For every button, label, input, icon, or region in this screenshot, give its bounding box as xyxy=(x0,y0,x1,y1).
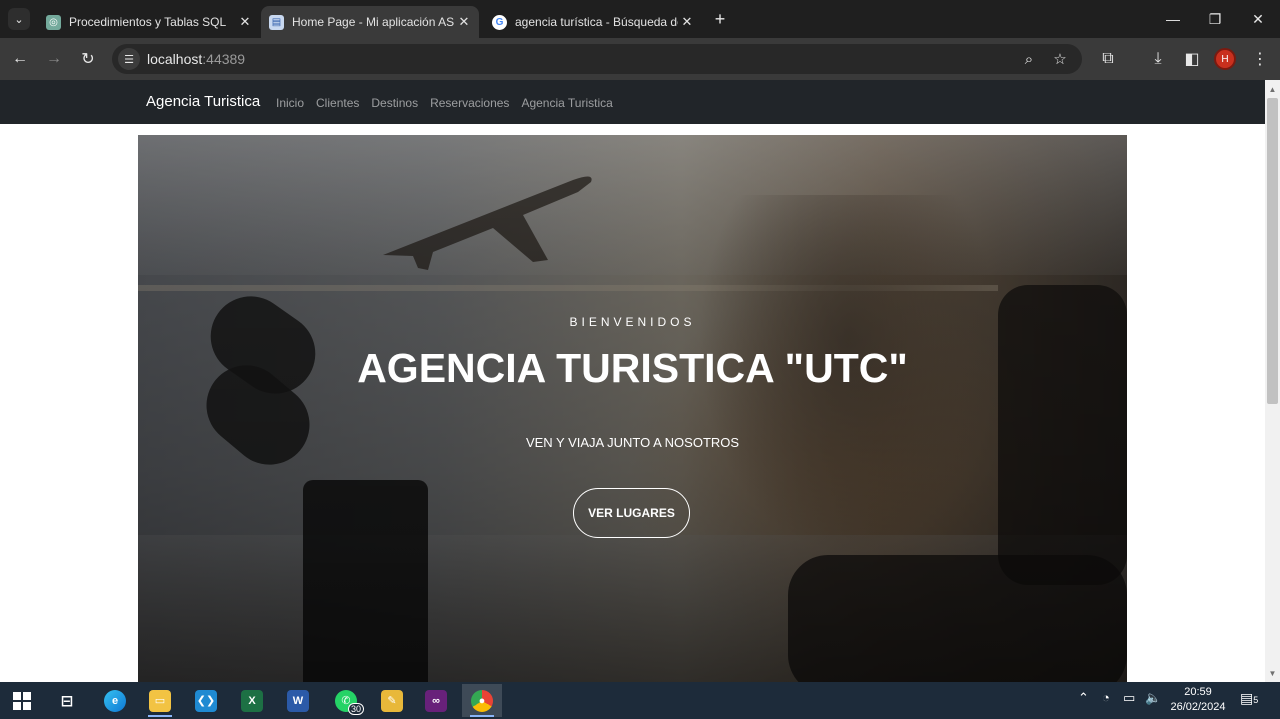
visual-studio-icon[interactable]: ∞ xyxy=(416,684,456,717)
ver-lugares-button[interactable]: VER LUGARES xyxy=(573,488,690,538)
tab-search-icon[interactable]: ⌄ xyxy=(8,8,30,30)
tab-title: Procedimientos y Tablas SQL xyxy=(69,15,227,29)
site-info-icon[interactable]: ☰ xyxy=(118,48,140,70)
windows-start-icon[interactable] xyxy=(2,684,42,717)
vscode-icon[interactable]: ❮❯ xyxy=(186,684,226,717)
close-window-icon[interactable]: ✕ xyxy=(1237,0,1279,38)
close-tab-icon[interactable]: ✕ xyxy=(455,14,473,30)
sticky-app-icon[interactable]: ✎ xyxy=(372,684,412,717)
hero-overlay xyxy=(138,135,1127,682)
browser-toolbar: ← → ↻ ☰ localhost:44389 ⌕ ☆ ⧉ ⤓ ◧ H ⋮ xyxy=(0,38,1280,80)
address-bar[interactable]: ☰ localhost:44389 ⌕ ☆ xyxy=(112,44,1082,74)
tab-home-page[interactable]: ▤ Home Page - Mi aplicación ASP ✕ xyxy=(261,6,479,38)
site-brand[interactable]: Agencia Turistica xyxy=(146,93,260,110)
zoom-icon[interactable]: ⌕ xyxy=(1018,49,1040,69)
page-viewport: Agencia Turistica Inicio Clientes Destin… xyxy=(0,80,1265,682)
nav-link-reservaciones[interactable]: Reservaciones xyxy=(430,96,509,110)
nav-links: Inicio Clientes Destinos Reservaciones A… xyxy=(276,96,613,110)
tab-title: Home Page - Mi aplicación ASP xyxy=(292,15,455,29)
profile-avatar[interactable]: H xyxy=(1214,48,1236,70)
hero-title: AGENCIA TURISTICA "UTC" xyxy=(357,345,908,391)
chatgpt-icon: ◎ xyxy=(46,14,61,30)
close-tab-icon[interactable]: ✕ xyxy=(678,14,696,30)
battery-icon[interactable]: ▭ xyxy=(1123,690,1135,706)
download-icon[interactable]: ⤓ xyxy=(1146,47,1170,71)
extensions-icon[interactable]: ⧉ xyxy=(1096,47,1120,71)
page-scrollbar[interactable]: ▲ ▼ xyxy=(1265,80,1280,682)
notifications-icon[interactable]: ▤5 xyxy=(1240,690,1258,707)
hero-kicker: BIENVENIDOS xyxy=(569,315,696,329)
google-icon: G xyxy=(492,14,507,30)
restore-icon[interactable]: ❐ xyxy=(1194,0,1236,38)
scrollbar-thumb[interactable] xyxy=(1267,98,1278,404)
nav-link-inicio[interactable]: Inicio xyxy=(276,96,304,110)
edge-icon[interactable]: e xyxy=(95,684,135,717)
back-arrow-icon[interactable]: ← xyxy=(8,47,32,71)
word-icon[interactable]: W xyxy=(278,684,318,717)
close-tab-icon[interactable]: ✕ xyxy=(236,14,254,30)
nav-link-clientes[interactable]: Clientes xyxy=(316,96,359,110)
site-navbar: Agencia Turistica Inicio Clientes Destin… xyxy=(0,80,1265,124)
tab-google-search[interactable]: G agencia turística - Búsqueda de ✕ xyxy=(484,6,702,38)
nav-link-destinos[interactable]: Destinos xyxy=(371,96,418,110)
clock-date: 26/02/2024 xyxy=(1170,701,1226,713)
more-menu-icon[interactable]: ⋮ xyxy=(1248,47,1272,71)
hero-banner: BIENVENIDOS AGENCIA TURISTICA "UTC" VEN … xyxy=(138,135,1127,682)
nav-link-agencia[interactable]: Agencia Turistica xyxy=(521,96,612,110)
reload-icon[interactable]: ↻ xyxy=(76,47,100,71)
side-panel-icon[interactable]: ◧ xyxy=(1180,47,1204,71)
whatsapp-icon[interactable]: ✆ 30 xyxy=(326,684,366,717)
scroll-up-icon[interactable]: ▲ xyxy=(1265,82,1280,96)
system-clock[interactable]: 20:59 26/02/2024 xyxy=(1168,685,1228,715)
windows-taskbar: ⊟ e ▭ ❮❯ X W ✆ 30 ✎ ∞ ● ⌃ ◔ ▭ 🔈 20:59 26/… xyxy=(0,682,1280,719)
task-view-icon[interactable]: ⊟ xyxy=(47,684,87,717)
address-url[interactable]: localhost:44389 xyxy=(147,51,245,67)
wifi-icon[interactable]: ◔ xyxy=(1102,690,1110,705)
volume-icon[interactable]: 🔈 xyxy=(1145,690,1161,706)
file-explorer-icon[interactable]: ▭ xyxy=(140,684,180,717)
excel-icon[interactable]: X xyxy=(232,684,272,717)
minimize-icon[interactable]: — xyxy=(1152,0,1194,38)
bookmark-star-icon[interactable]: ☆ xyxy=(1049,49,1071,69)
forward-arrow-icon[interactable]: → xyxy=(42,47,66,71)
hero-subtitle: VEN Y VIAJA JUNTO A NOSOTROS xyxy=(525,435,740,450)
scroll-down-icon[interactable]: ▼ xyxy=(1265,666,1280,680)
whatsapp-badge: 30 xyxy=(347,703,364,715)
chrome-icon[interactable]: ● xyxy=(462,684,502,717)
show-hidden-icons-icon[interactable]: ⌃ xyxy=(1078,690,1089,706)
tab-title: agencia turística - Búsqueda de xyxy=(515,15,678,29)
clock-time: 20:59 xyxy=(1184,686,1212,698)
new-tab-button[interactable]: + xyxy=(709,8,731,30)
browser-tab-strip: ⌄ ◎ Procedimientos y Tablas SQL ✕ ▤ Home… xyxy=(0,0,1280,38)
page-icon: ▤ xyxy=(269,14,284,30)
tab-procedimientos[interactable]: ◎ Procedimientos y Tablas SQL ✕ xyxy=(38,6,260,38)
